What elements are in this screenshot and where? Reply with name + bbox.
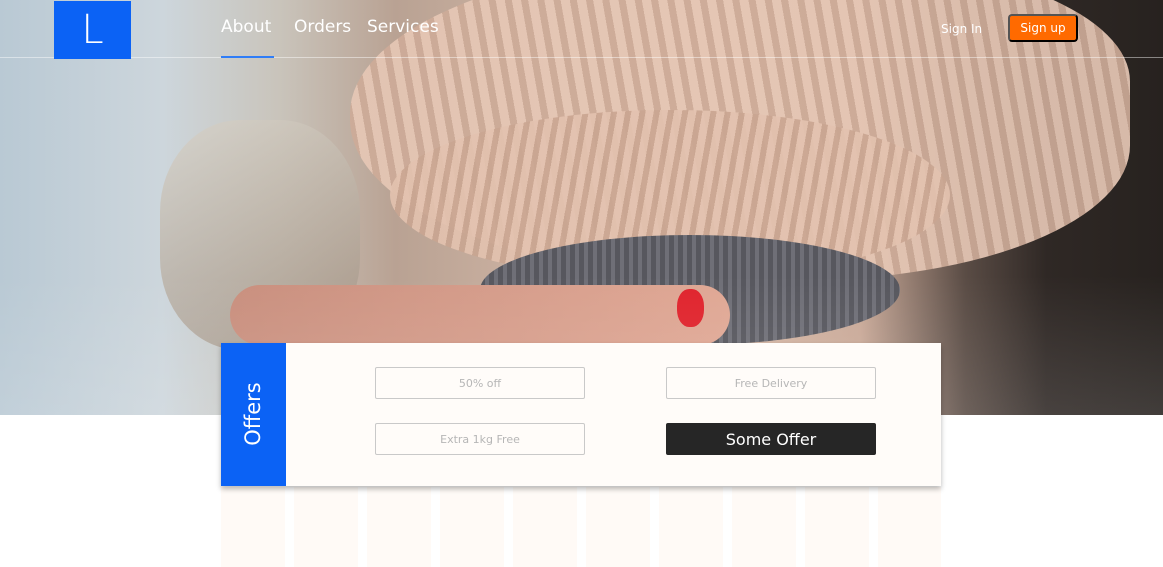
nav-item-services[interactable]: Services xyxy=(367,17,439,37)
offer-some-offer-button[interactable]: Some Offer xyxy=(666,423,876,455)
offer-50-off-button[interactable]: 50% off xyxy=(375,367,585,399)
logo-letter: L xyxy=(81,7,104,53)
offer-extra-1kg-button[interactable]: Extra 1kg Free xyxy=(375,423,585,455)
top-navigation-bar: L About Orders Services Sign In Sign up xyxy=(0,0,1163,59)
nav-item-orders[interactable]: Orders xyxy=(294,17,351,37)
brand-logo[interactable]: L xyxy=(54,1,131,59)
sign-up-button[interactable]: Sign up xyxy=(1008,14,1078,42)
offers-panel: Offers 50% off Free Delivery Extra 1kg F… xyxy=(221,343,941,486)
active-nav-indicator xyxy=(221,56,274,58)
offer-free-delivery-button[interactable]: Free Delivery xyxy=(666,367,876,399)
offers-panel-shadow-strips xyxy=(221,487,941,567)
offers-tab: Offers xyxy=(221,343,286,486)
sign-in-link[interactable]: Sign In xyxy=(941,22,982,36)
nav-item-about[interactable]: About xyxy=(221,17,271,37)
offers-title: Offers xyxy=(241,382,265,446)
